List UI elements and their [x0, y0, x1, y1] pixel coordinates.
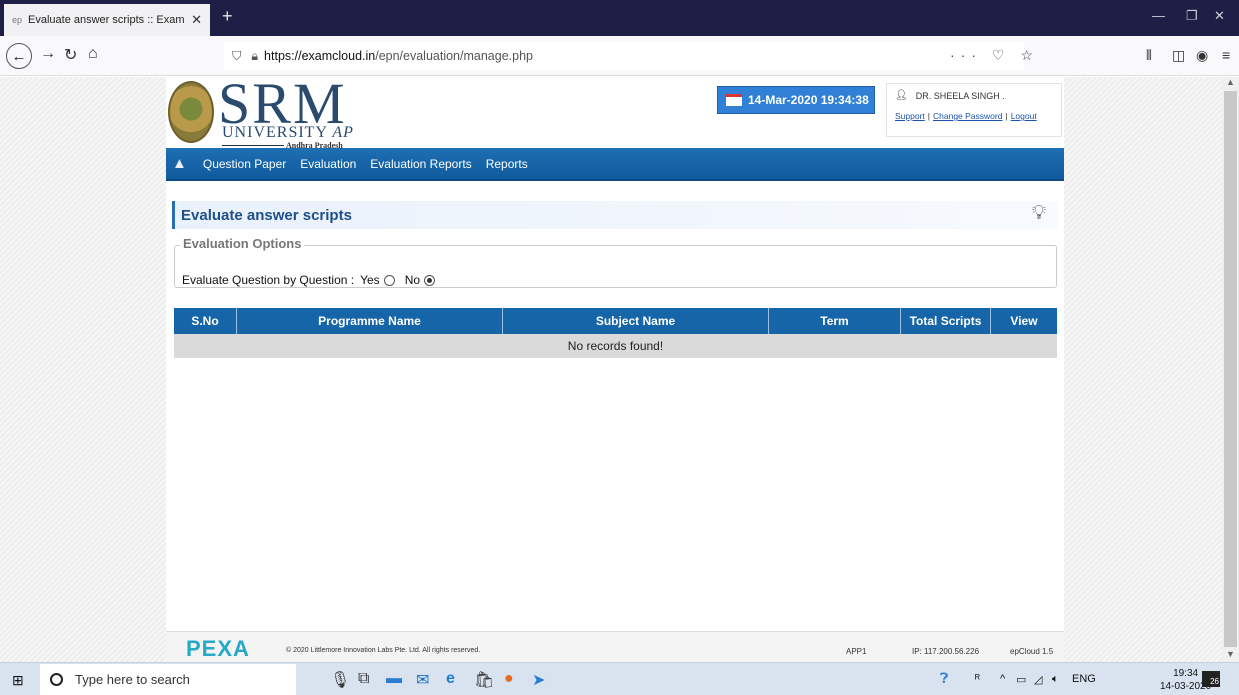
col-term[interactable]: Term	[769, 308, 901, 334]
no-label: No	[404, 273, 421, 287]
logo-divider	[222, 145, 284, 146]
sidebar-icon[interactable]: ◫	[1172, 47, 1185, 64]
minimize-icon[interactable]: —	[1152, 8, 1165, 23]
scroll-up-icon[interactable]: ▲	[1226, 77, 1235, 87]
language-indicator[interactable]: ENG	[1072, 673, 1096, 685]
question-option-label: Evaluate Question by Question :	[182, 273, 355, 287]
window-close-icon[interactable]: ✕	[1214, 8, 1225, 24]
browser-navbar: ← → ↻ ⌂ ⛉ 🔒︎ https://examcloud.in/epn/ev…	[0, 36, 1239, 76]
browser-tab[interactable]: ep Evaluate answer scripts :: Exam ✕	[4, 4, 210, 36]
shield-icon: ⛉	[232, 48, 242, 63]
col-subject-name[interactable]: Subject Name	[503, 308, 769, 334]
user-name: DR. SHEELA SINGH .	[915, 90, 1005, 101]
datetime-badge: 14-Mar-2020 19:34:38	[717, 86, 875, 114]
page-actions-icon[interactable]: ··· ♡ ☆	[950, 47, 1039, 64]
menu-item-question-paper[interactable]: Question Paper	[203, 157, 286, 171]
user-icon: 👤︎	[895, 90, 908, 101]
firefox-icon[interactable]: ●	[504, 670, 514, 688]
menu-icon[interactable]: ≡	[1222, 47, 1230, 63]
file-explorer-icon[interactable]: ▬	[386, 670, 402, 688]
menu-item-evaluation[interactable]: Evaluation	[300, 157, 356, 171]
favicon-icon: ep	[12, 15, 23, 25]
col-view[interactable]: View	[991, 308, 1057, 334]
store-icon[interactable]: 🛍︎	[474, 670, 494, 690]
battery-icon[interactable]: ▭	[1016, 673, 1026, 686]
scroll-thumb[interactable]	[1224, 91, 1237, 647]
page-title: Evaluate answer scripts	[172, 201, 1058, 229]
table-header: S.No Programme Name Subject Name Term To…	[174, 308, 1057, 334]
restore-icon[interactable]: ❐	[1186, 8, 1198, 24]
copyright-text: © 2020 Littlemore Innovation Labs Pte. L…	[286, 647, 481, 654]
no-radio[interactable]	[424, 274, 436, 286]
university-seal-icon	[168, 81, 214, 143]
tab-title: Evaluate answer scripts :: Exam	[28, 14, 185, 26]
notification-count: 26	[1210, 677, 1219, 686]
reload-icon[interactable]: ↻	[64, 45, 77, 65]
question-option-row: Evaluate Question by Question : Yes No	[182, 273, 441, 287]
edge-icon[interactable]: e	[446, 670, 455, 688]
main-menu: ▲ Question Paper Evaluation Evaluation R…	[166, 148, 1064, 181]
scroll-down-icon[interactable]: ▼	[1226, 649, 1235, 659]
ip-address: IP: 117.200.56.226	[912, 647, 980, 656]
pexa-logo: PEXA	[186, 636, 250, 661]
tray-arrow-icon[interactable]: ^	[1000, 673, 1005, 685]
server-name: APP1	[846, 647, 867, 656]
home-icon[interactable]: ⌂	[88, 45, 98, 63]
close-tab-icon[interactable]: ✕	[191, 12, 202, 28]
mail-icon[interactable]: ✉	[416, 670, 429, 690]
url-path: /epn/evaluation/manage.php	[375, 49, 533, 63]
page-viewport: SRM UNIVERSITY AP Andhra Pradesh 14-Mar-…	[0, 77, 1222, 662]
lightbulb-icon[interactable]: 💡︎	[1032, 202, 1046, 225]
yes-radio[interactable]	[383, 274, 395, 286]
forward-arrow-icon[interactable]: →	[40, 45, 56, 63]
menu-item-reports[interactable]: Reports	[486, 157, 528, 171]
people-icon[interactable]: ᴿ	[975, 673, 980, 685]
menu-item-evaluation-reports[interactable]: Evaluation Reports	[370, 157, 471, 171]
scripts-table: S.No Programme Name Subject Name Term To…	[174, 308, 1057, 358]
calendar-icon	[726, 94, 742, 106]
empty-row: No records found!	[174, 334, 1057, 358]
notification-center-icon[interactable]: 26	[1202, 671, 1220, 687]
col-programme-name[interactable]: Programme Name	[237, 308, 503, 334]
volume-icon[interactable]: 🔈︎	[1052, 673, 1059, 686]
page-scrollbar[interactable]: ▲ ▼	[1222, 77, 1239, 662]
microphone-icon[interactable]: 🎙︎	[330, 670, 350, 690]
logout-link[interactable]: Logout	[1011, 111, 1037, 121]
browser-tabbar: ep Evaluate answer scripts :: Exam ✕ + —…	[0, 0, 1239, 36]
app-page: SRM UNIVERSITY AP Andhra Pradesh 14-Mar-…	[166, 77, 1064, 662]
logo-university: UNIVERSITY AP	[222, 124, 354, 141]
account-icon[interactable]: ◉	[1196, 47, 1208, 64]
url-bar[interactable]: ⛉ 🔒︎ https://examcloud.in/epn/evaluation…	[224, 42, 1024, 70]
change-password-link[interactable]: Change Password	[933, 111, 1002, 121]
network-icon[interactable]: ◿	[1034, 673, 1042, 686]
col-sno[interactable]: S.No	[174, 308, 237, 334]
help-icon[interactable]: ❓︎	[940, 670, 948, 687]
cortana-icon	[50, 673, 63, 686]
windows-start-icon[interactable]: ⊞	[12, 672, 24, 689]
library-icon[interactable]: ⫴	[1146, 47, 1152, 64]
page-footer: PEXA © 2020 Littlemore Innovation Labs P…	[166, 631, 1064, 662]
yes-label: Yes	[360, 273, 380, 287]
app-icon[interactable]: ➤	[532, 670, 545, 690]
task-view-icon[interactable]: ⧉	[358, 670, 369, 688]
version-text: epCloud 1.5	[1010, 647, 1054, 656]
evaluation-options-legend: Evaluation Options	[180, 236, 305, 251]
windows-taskbar: ⊞ Type here to search 🎙︎ ⧉ ▬ ✉ e 🛍︎ ● ➤ …	[0, 662, 1239, 695]
back-arrow-icon[interactable]: ←	[6, 43, 32, 69]
new-tab-icon[interactable]: +	[222, 6, 233, 27]
datetime-text: 14-Mar-2020 19:34:38	[748, 93, 869, 107]
user-panel: 👤︎ DR. SHEELA SINGH . Support | Change Pas…	[886, 83, 1062, 137]
taskbar-search[interactable]: Type here to search	[40, 664, 296, 695]
col-total-scripts[interactable]: Total Scripts	[901, 308, 991, 334]
search-placeholder: Type here to search	[75, 672, 190, 687]
support-link[interactable]: Support	[895, 111, 925, 121]
lock-icon: 🔒︎	[251, 48, 259, 63]
home-menu-icon[interactable]: ▲	[172, 155, 187, 172]
url-domain: https://examcloud.in	[264, 49, 376, 63]
